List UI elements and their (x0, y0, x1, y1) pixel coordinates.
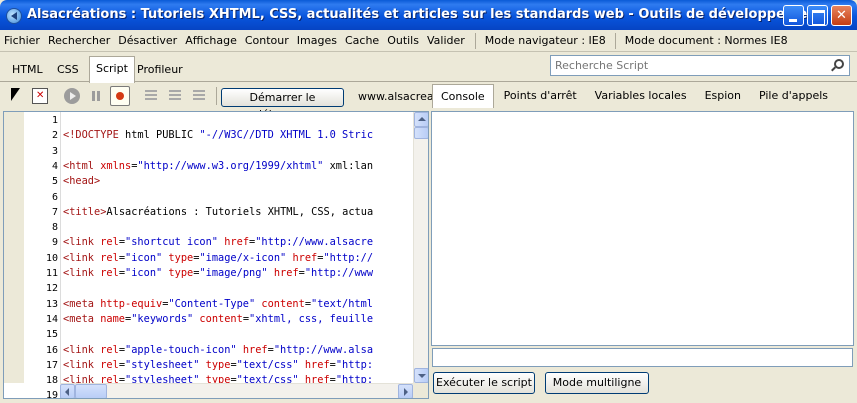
code-line: <link rel="stylesheet" type="text/css" h… (63, 374, 374, 383)
step-over-icon[interactable] (167, 88, 185, 102)
browser-mode-menu[interactable]: Mode navigateur : IE8 (482, 34, 609, 47)
step-out-icon[interactable] (191, 88, 209, 102)
line-number: 6 (51, 191, 58, 203)
breakpoint-gutter[interactable] (4, 112, 24, 383)
window-title: Alsacréations : Tutoriels XHTML, CSS, ac… (27, 7, 823, 22)
document-mode-menu[interactable]: Mode document : Normes IE8 (622, 34, 791, 47)
devtools-icon (6, 8, 22, 24)
title-bar[interactable]: Alsacréations : Tutoriels XHTML, CSS, ac… (0, 0, 857, 30)
line-number: 9 (51, 237, 58, 249)
code-editor[interactable]: <!DOCTYPE html PUBLIC "-//W3C//DTD XHTML… (60, 112, 413, 383)
code-line: <html xmlns="http://www.w3.org/1999/xhtm… (63, 159, 374, 172)
line-number: 18 (45, 375, 58, 387)
script-source-select[interactable]: www.alsacrea (358, 90, 434, 103)
minimize-button[interactable] (783, 5, 804, 26)
horizontal-scroll-thumb[interactable] (75, 384, 107, 398)
line-number: 17 (45, 359, 58, 371)
menu-cache[interactable]: Cache (341, 34, 383, 47)
code-line: <!DOCTYPE html PUBLIC "-//W3C//DTD XHTML… (63, 129, 374, 142)
break-all-icon[interactable] (88, 88, 104, 104)
line-number: 16 (45, 344, 58, 356)
code-line: <meta http-equiv="Content-Type" content=… (63, 297, 374, 310)
tab-console[interactable]: Console (432, 84, 494, 108)
line-number: 3 (51, 145, 58, 157)
code-line: <link rel="shortcut icon" href="http://w… (63, 236, 374, 249)
run-script-button[interactable]: Exécuter le script (433, 372, 535, 394)
line-number: 19 (45, 390, 58, 399)
toolbar-separator (216, 87, 217, 105)
console-output[interactable] (431, 111, 854, 346)
line-number: 7 (51, 206, 58, 218)
search-script-field[interactable] (550, 55, 850, 76)
line-number: 8 (51, 222, 58, 234)
line-number: 13 (45, 298, 58, 310)
code-line: <title>Alsacréations : Tutoriels XHTML, … (63, 205, 374, 218)
document-mode-value: Normes IE8 (724, 34, 788, 47)
search-input[interactable] (551, 56, 821, 75)
vertical-scrollbar[interactable] (413, 112, 428, 383)
line-number: 14 (45, 313, 58, 325)
menu-contour[interactable]: Contour (241, 34, 293, 47)
continue-icon[interactable] (64, 88, 80, 104)
multiline-mode-button[interactable]: Mode multiligne (545, 372, 649, 394)
code-line: <link rel="apple-touch-icon" href="http:… (63, 343, 374, 356)
menu-desactiver[interactable]: Désactiver (114, 34, 181, 47)
step-into-icon[interactable] (143, 88, 161, 102)
browser-mode-value: IE8 (588, 34, 606, 47)
close-button[interactable]: ✕ (831, 5, 852, 26)
code-line: <link rel="icon" type="image/x-icon" hre… (63, 251, 374, 264)
scroll-corner (413, 383, 428, 398)
clear-browser-cache-icon[interactable] (32, 88, 48, 104)
line-numbers: 1 2 3 4 5 6 7 8 9 10 11 12 13 14 15 16 17 18 19 (24, 112, 60, 398)
scroll-down-button[interactable] (414, 368, 428, 383)
tab-html[interactable]: HTML (6, 58, 49, 82)
source-code-panel[interactable]: 1 2 3 4 5 6 7 8 9 10 11 12 13 14 15 16 17 18 19 <!DOCTYPE … (3, 111, 429, 399)
break-on-error-icon[interactable] (110, 86, 130, 106)
menu-bar: Fichier Rechercher Désactiver Affichage … (0, 30, 857, 52)
browser-mode-label: Mode navigateur : (484, 34, 586, 47)
menu-images[interactable]: Images (293, 34, 341, 47)
console-tabs: Console Points d'arrêt Variables locales… (432, 84, 838, 108)
menu-fichier[interactable]: Fichier (0, 34, 44, 47)
code-line: <link rel="stylesheet" type="text/css" h… (63, 358, 374, 371)
tab-css[interactable]: CSS (51, 58, 85, 82)
scroll-left-button[interactable] (60, 384, 75, 398)
tab-watch[interactable]: Espion (697, 84, 749, 108)
menu-outils[interactable]: Outils (383, 34, 423, 47)
scroll-right-button[interactable] (398, 384, 413, 398)
line-number: 1 (51, 115, 58, 126)
code-line: <meta name="keywords" content="xhtml, cs… (63, 312, 374, 325)
menu-separator (474, 32, 476, 49)
vertical-scroll-thumb[interactable] (414, 127, 428, 139)
line-number: 11 (45, 268, 58, 279)
tab-breakpoints[interactable]: Points d'arrêt (496, 84, 585, 108)
document-mode-label: Mode document : (624, 34, 721, 47)
line-number: 4 (51, 160, 58, 172)
search-icon[interactable] (834, 59, 844, 69)
line-number: 12 (45, 283, 58, 295)
tab-script[interactable]: Script (89, 56, 135, 83)
tab-profileur[interactable]: Profileur (131, 58, 189, 82)
line-number: 5 (51, 176, 58, 188)
menu-affichage[interactable]: Affichage (181, 34, 241, 47)
code-line: <head> (63, 175, 101, 188)
tab-locals[interactable]: Variables locales (587, 84, 695, 108)
console-input-field[interactable] (432, 348, 853, 367)
line-number: 2 (51, 130, 58, 142)
line-number: 15 (45, 329, 58, 341)
start-debugging-button[interactable]: Démarrer le débogage (221, 88, 344, 121)
menu-rechercher[interactable]: Rechercher (44, 34, 114, 47)
code-line: <link rel="icon" type="image/png" href="… (63, 267, 374, 279)
maximize-button[interactable] (807, 5, 828, 26)
tab-callstack[interactable]: Pile d'appels (751, 84, 836, 108)
horizontal-scrollbar[interactable] (60, 383, 413, 398)
scroll-up-button[interactable] (414, 112, 428, 127)
menu-valider[interactable]: Valider (423, 34, 469, 47)
menu-separator (614, 32, 616, 49)
select-element-icon[interactable] (9, 88, 25, 104)
line-number: 10 (45, 252, 58, 264)
console-input[interactable] (433, 349, 852, 366)
